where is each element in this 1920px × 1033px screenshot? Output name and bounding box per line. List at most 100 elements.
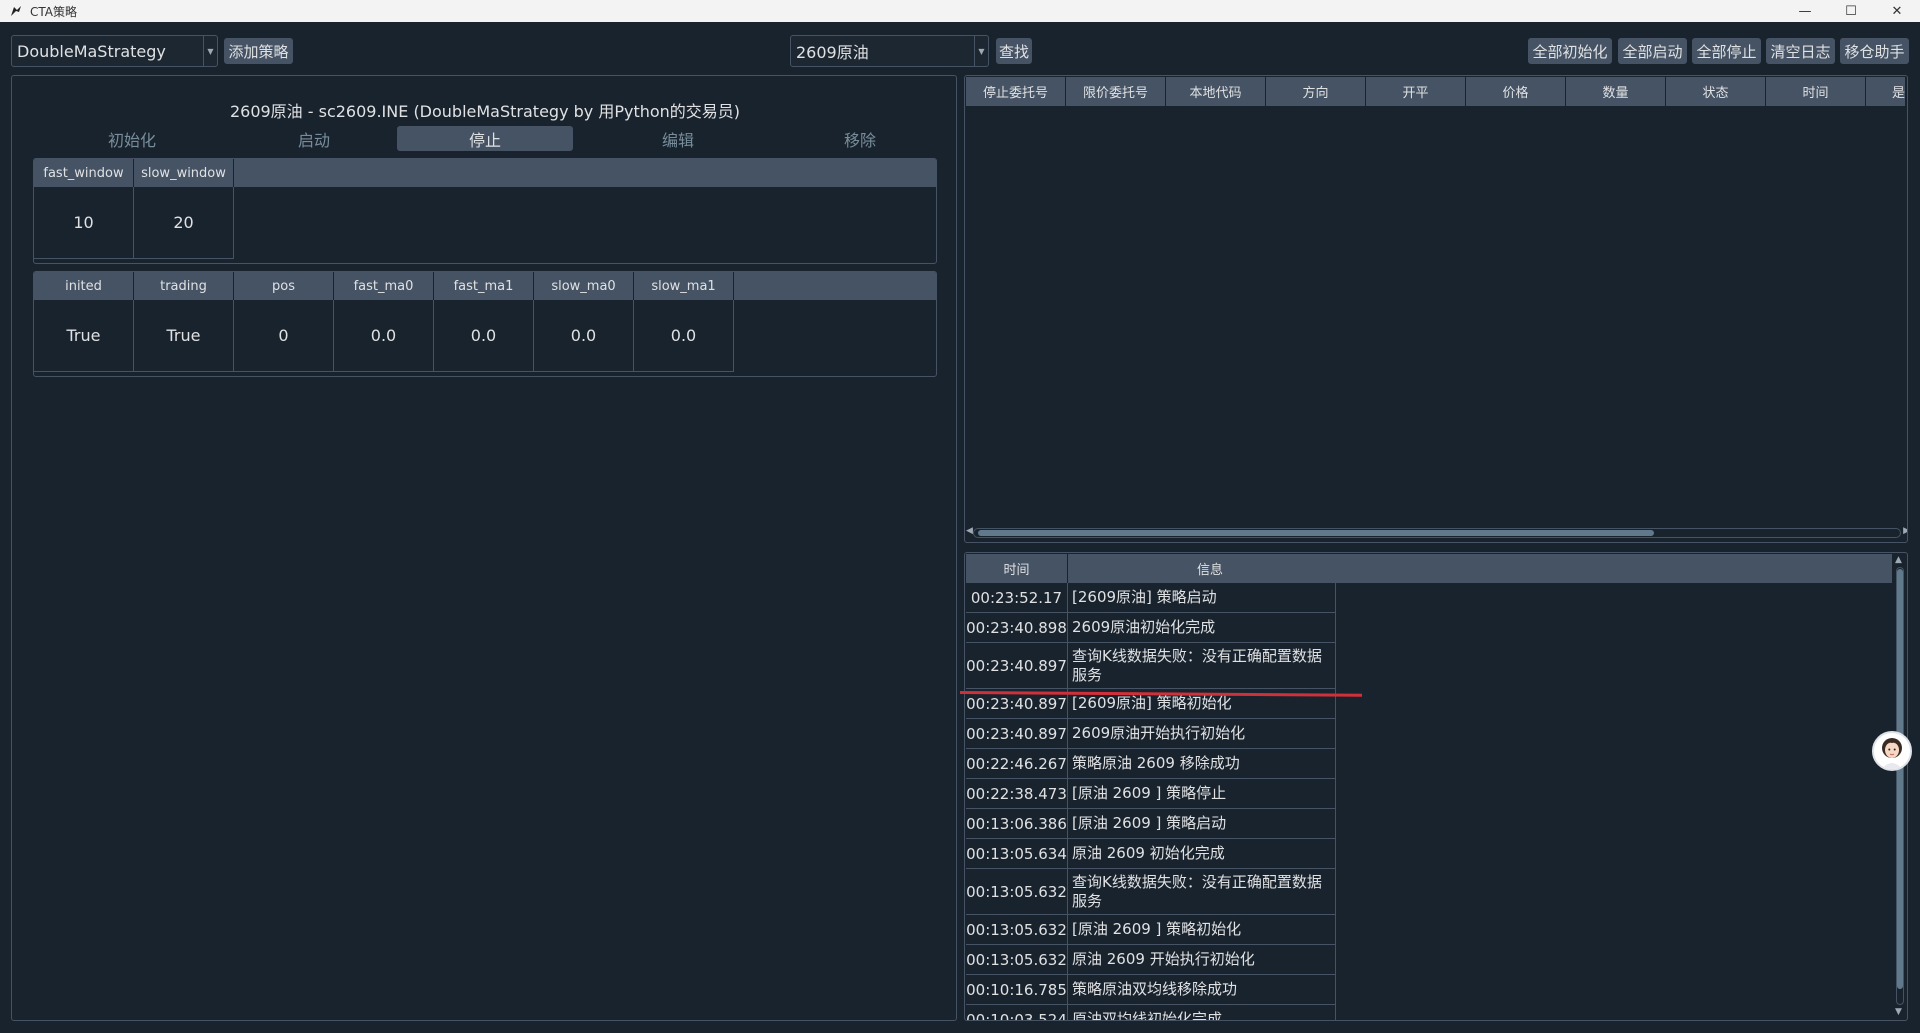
log-row[interactable]: 00:13:05.632 查询K线数据失败：没有正确配置数据服务 — [966, 869, 1336, 915]
log-message: [原油 2609 ] 策略初始化 — [1070, 915, 1336, 944]
stop-order-header-cell[interactable]: 是 — [1866, 77, 1906, 106]
start-strategy-button[interactable]: 启动 — [226, 126, 402, 151]
scroll-up-icon[interactable]: ▲ — [1895, 555, 1902, 565]
title-bar: CTA策略 — ☐ ✕ — [0, 0, 1920, 22]
stop-all-button[interactable]: 全部停止 — [1692, 38, 1761, 64]
stop-order-header-cell[interactable]: 价格 — [1466, 77, 1566, 106]
var-header-cell: fast_ma0 — [334, 272, 434, 300]
scroll-right-icon[interactable]: ▶ — [1903, 526, 1907, 536]
var-header-cell: fast_ma1 — [434, 272, 534, 300]
log-message: 查询K线数据失败：没有正确配置数据服务 — [1070, 643, 1336, 688]
log-time: 00:13:05.632 — [966, 945, 1068, 974]
log-time: 00:10:16.785 — [966, 975, 1068, 1004]
param-value-cell: 20 — [134, 187, 234, 259]
strategy-class-value: DoubleMaStrategy — [17, 41, 166, 61]
var-header-cell: trading — [134, 272, 234, 300]
log-message: 查询K线数据失败：没有正确配置数据服务 — [1070, 869, 1336, 914]
scrollbar-thumb[interactable] — [1897, 569, 1903, 989]
log-table[interactable]: 时间 信息 00:23:52.17 [2609原油] 策略启动 00:23:40… — [964, 552, 1908, 1021]
log-message: 原油 2609 初始化完成 — [1070, 839, 1336, 868]
var-value-cell: 0.0 — [634, 300, 734, 372]
var-header-cell: slow_ma0 — [534, 272, 634, 300]
log-time: 00:10:03.524 — [966, 1005, 1068, 1020]
add-strategy-button[interactable]: 添加策略 — [224, 38, 293, 64]
strategy-class-select[interactable]: DoubleMaStrategy ▼ — [11, 35, 218, 67]
close-button[interactable]: ✕ — [1874, 0, 1920, 22]
chevron-down-icon[interactable]: ▼ — [203, 36, 217, 66]
log-time: 00:22:46.267 — [966, 749, 1068, 778]
app-logo-icon — [8, 3, 24, 19]
var-value-cell: 0.0 — [534, 300, 634, 372]
strategy-title: 2609原油 - sc2609.INE (DoubleMaStrategy by… — [229, 102, 741, 121]
var-header-cell: slow_ma1 — [634, 272, 734, 300]
stop-strategy-button[interactable]: 停止 — [397, 126, 573, 151]
strategy-manager-panel: 2609原油 - sc2609.INE (DoubleMaStrategy by… — [11, 75, 957, 1021]
init-all-button[interactable]: 全部初始化 — [1528, 38, 1612, 64]
log-message: 2609原油初始化完成 — [1070, 613, 1336, 642]
stop-order-header-cell[interactable]: 方向 — [1266, 77, 1366, 106]
scroll-down-icon[interactable]: ▼ — [1895, 1007, 1902, 1017]
clear-log-button[interactable]: 清空日志 — [1766, 38, 1835, 64]
window-title: CTA策略 — [30, 4, 77, 19]
stop-order-header-cell[interactable]: 数量 — [1566, 77, 1666, 106]
chevron-down-icon[interactable]: ▼ — [974, 36, 988, 66]
init-strategy-button[interactable]: 初始化 — [44, 126, 220, 151]
stop-order-header-cell[interactable]: 本地代码 — [1166, 77, 1266, 106]
log-time: 00:23:52.17 — [966, 583, 1068, 612]
log-row[interactable]: 00:22:38.473 [原油 2609 ] 策略停止 — [966, 779, 1336, 809]
log-time: 00:23:40.897 — [966, 719, 1068, 748]
assistant-avatar-icon[interactable] — [1872, 731, 1912, 771]
log-time: 00:13:05.632 — [966, 915, 1068, 944]
vertical-scrollbar[interactable]: ▲ ▼ — [1894, 555, 1906, 1017]
log-time: 00:13:06.386 — [966, 809, 1068, 838]
log-time: 00:22:38.473 — [966, 779, 1068, 808]
var-value-cell: 0 — [234, 300, 334, 372]
param-header-cell: slow_window — [134, 159, 234, 187]
log-header-msg[interactable]: 信息 — [1068, 554, 1893, 583]
maximize-button[interactable]: ☐ — [1828, 0, 1874, 22]
log-row[interactable]: 00:10:03.524 原油双均线初始化完成 — [966, 1005, 1336, 1020]
var-value-cell: True — [34, 300, 134, 372]
find-button[interactable]: 查找 — [996, 38, 1032, 64]
stop-order-header-cell[interactable]: 限价委托号 — [1066, 77, 1166, 106]
rollover-assistant-button[interactable]: 移仓助手 — [1840, 38, 1909, 64]
log-row[interactable]: 00:23:52.17 [2609原油] 策略启动 — [966, 583, 1336, 613]
log-message: 策略原油 2609 移除成功 — [1070, 749, 1336, 778]
log-message: [2609原油] 策略启动 — [1070, 583, 1336, 612]
var-header-cell: pos — [234, 272, 334, 300]
minimize-button[interactable]: — — [1782, 0, 1828, 22]
remove-strategy-button[interactable]: 移除 — [772, 126, 948, 151]
log-row[interactable]: 00:10:16.785 策略原油双均线移除成功 — [966, 975, 1336, 1005]
stop-order-header-cell[interactable]: 时间 — [1766, 77, 1866, 106]
log-time: 00:13:05.632 — [966, 869, 1068, 914]
log-row[interactable]: 00:23:40.897 查询K线数据失败：没有正确配置数据服务 — [966, 643, 1336, 689]
scroll-left-icon[interactable]: ◀ — [966, 526, 973, 536]
param-header-cell: fast_window — [34, 159, 134, 187]
log-time: 00:23:40.898 — [966, 613, 1068, 642]
log-time: 00:23:40.897 — [966, 643, 1068, 688]
log-message: [原油 2609 ] 策略停止 — [1070, 779, 1336, 808]
log-row[interactable]: 00:13:06.386 [原油 2609 ] 策略启动 — [966, 809, 1336, 839]
stop-order-table[interactable]: 停止委托号 限价委托号 本地代码 方向 开平 价格 数量 状态 时间 是 ◀ ▶ — [964, 75, 1908, 543]
strategy-find-value: 2609原油 — [796, 43, 869, 62]
horizontal-scrollbar[interactable]: ◀ ▶ — [966, 526, 1907, 538]
var-value-cell: 0.0 — [434, 300, 534, 372]
var-value-cell: True — [134, 300, 234, 372]
log-time: 00:13:05.634 — [966, 839, 1068, 868]
parameters-table: fast_window slow_window 10 20 — [33, 158, 937, 264]
log-row[interactable]: 00:23:40.897 2609原油开始执行初始化 — [966, 719, 1336, 749]
start-all-button[interactable]: 全部启动 — [1618, 38, 1687, 64]
log-header-time[interactable]: 时间 — [966, 554, 1068, 583]
stop-order-header-cell[interactable]: 开平 — [1366, 77, 1466, 106]
log-row[interactable]: 00:13:05.632 [原油 2609 ] 策略初始化 — [966, 915, 1336, 945]
scrollbar-thumb[interactable] — [978, 530, 1654, 536]
log-row[interactable]: 00:13:05.632 原油 2609 开始执行初始化 — [966, 945, 1336, 975]
log-row[interactable]: 00:22:46.267 策略原油 2609 移除成功 — [966, 749, 1336, 779]
log-row[interactable]: 00:13:05.634 原油 2609 初始化完成 — [966, 839, 1336, 869]
strategy-find-select[interactable]: 2609原油 ▼ — [790, 35, 989, 67]
stop-order-header-cell[interactable]: 状态 — [1666, 77, 1766, 106]
log-message: [原油 2609 ] 策略启动 — [1070, 809, 1336, 838]
edit-strategy-button[interactable]: 编辑 — [590, 126, 766, 151]
log-row[interactable]: 00:23:40.898 2609原油初始化完成 — [966, 613, 1336, 643]
stop-order-header-cell[interactable]: 停止委托号 — [966, 77, 1066, 106]
